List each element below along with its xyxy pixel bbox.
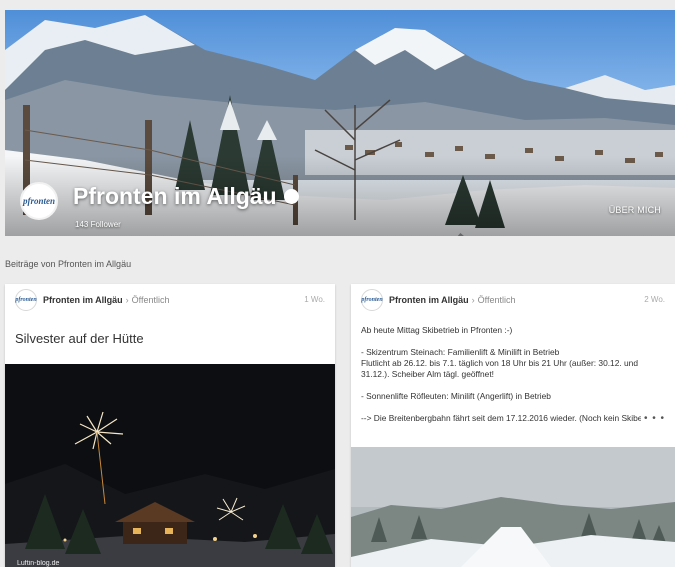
post-text-last-line: --> Die Breitenbergbahn fährt seit dem 1…: [361, 413, 665, 424]
chevron-right-icon: ›: [471, 295, 475, 305]
post-text-line: Ab heute Mittag Skibetrieb in Pfronten :…: [361, 325, 513, 335]
fireworks-night-illustration: [5, 364, 335, 567]
post-text-line: - Skizentrum Steinach: Familienlift & Mi…: [361, 347, 560, 357]
section-header: Beiträge von Pfronten im Allgäu: [5, 259, 132, 269]
post-photo[interactable]: Luftin-blog.de: [5, 364, 335, 567]
post-text-line: --> Die Breitenbergbahn fährt seit dem 1…: [361, 413, 641, 423]
verified-check-icon: [283, 189, 464, 236]
follower-count: 143 Follower: [75, 220, 121, 229]
avatar-logo: pfronten: [361, 297, 383, 303]
post-card[interactable]: pfronten Pfronten im Allgäu › Öffentlich…: [5, 284, 335, 567]
avatar-logo: pfronten: [22, 196, 55, 206]
post-timestamp[interactable]: 2 Wo.: [644, 295, 665, 304]
post-title: Silvester auf der Hütte: [15, 331, 144, 346]
about-link[interactable]: ÜBER MICH: [609, 205, 661, 215]
chevron-right-icon: ›: [125, 295, 129, 305]
post-visibility: Öffentlich: [477, 295, 516, 305]
page-avatar[interactable]: pfronten: [20, 182, 58, 220]
post-header: pfronten Pfronten im Allgäu › Öffentlich…: [5, 284, 335, 316]
post-visibility: Öffentlich: [131, 295, 170, 305]
post-text: Ab heute Mittag Skibetrieb in Pfronten :…: [351, 316, 675, 424]
page-title: Pfronten im Allgäu: [73, 183, 464, 236]
post-text-line: Flutlicht ab 26.12. bis 7.1. täglich von…: [361, 358, 638, 379]
post-header: pfronten Pfronten im Allgäu › Öffentlich…: [351, 284, 675, 316]
cover-photo: pfronten Pfronten im Allgäu 143 Follower…: [5, 10, 675, 236]
post-card[interactable]: pfronten Pfronten im Allgäu › Öffentlich…: [351, 284, 675, 567]
post-timestamp[interactable]: 1 Wo.: [304, 295, 325, 304]
post-author[interactable]: Pfronten im Allgäu: [43, 295, 123, 305]
post-text-line: - Sonnenlifte Röfleuten: Minilift (Anger…: [361, 391, 551, 401]
post-photo[interactable]: [351, 447, 675, 567]
foggy-ski-slope-illustration: [351, 447, 675, 567]
more-icon[interactable]: • • •: [644, 413, 665, 424]
post-author[interactable]: Pfronten im Allgäu: [389, 295, 469, 305]
avatar-logo: pfronten: [15, 297, 37, 303]
author-avatar[interactable]: pfronten: [361, 289, 383, 311]
photo-watermark: Luftin-blog.de: [17, 560, 60, 567]
author-avatar[interactable]: pfronten: [15, 289, 37, 311]
